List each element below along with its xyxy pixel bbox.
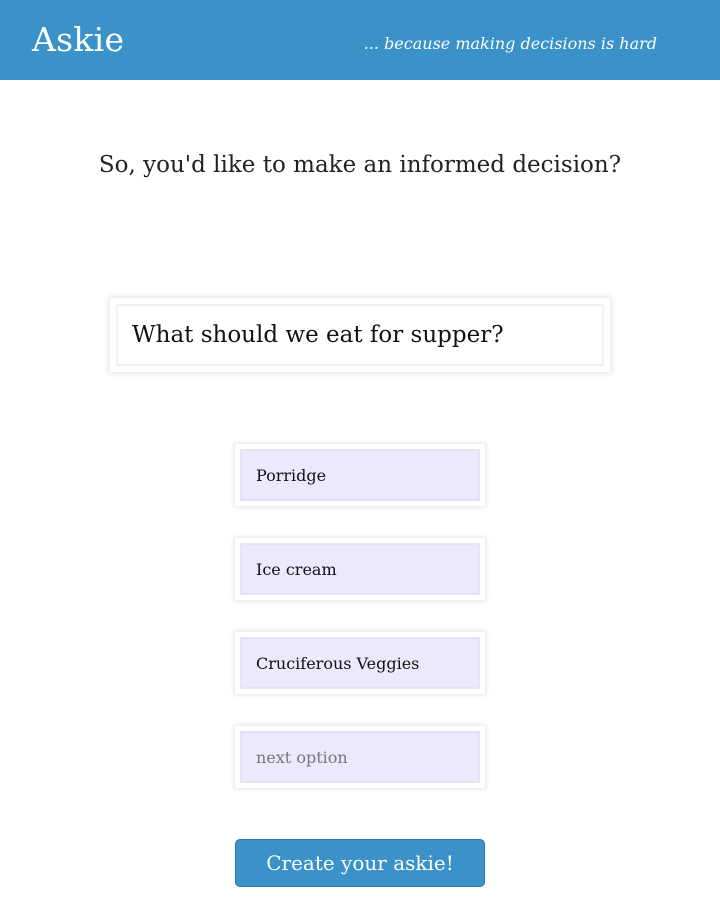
option-field-container <box>234 443 486 507</box>
question-input[interactable] <box>116 304 604 366</box>
option-input-1[interactable] <box>240 449 480 501</box>
app-logo[interactable]: Askie <box>32 20 124 60</box>
question-field-container <box>109 297 611 373</box>
create-askie-button[interactable]: Create your askie! <box>235 839 485 887</box>
option-field-container <box>234 725 486 789</box>
option-input-2[interactable] <box>240 543 480 595</box>
next-option-input[interactable] <box>240 731 480 783</box>
option-field-container <box>234 631 486 695</box>
tagline: ... because making decisions is hard <box>363 34 657 53</box>
header-bar: Askie ... because making decisions is ha… <box>0 0 720 80</box>
option-field-container <box>234 537 486 601</box>
page-prompt: So, you'd like to make an informed decis… <box>98 152 622 178</box>
option-input-3[interactable] <box>240 637 480 689</box>
